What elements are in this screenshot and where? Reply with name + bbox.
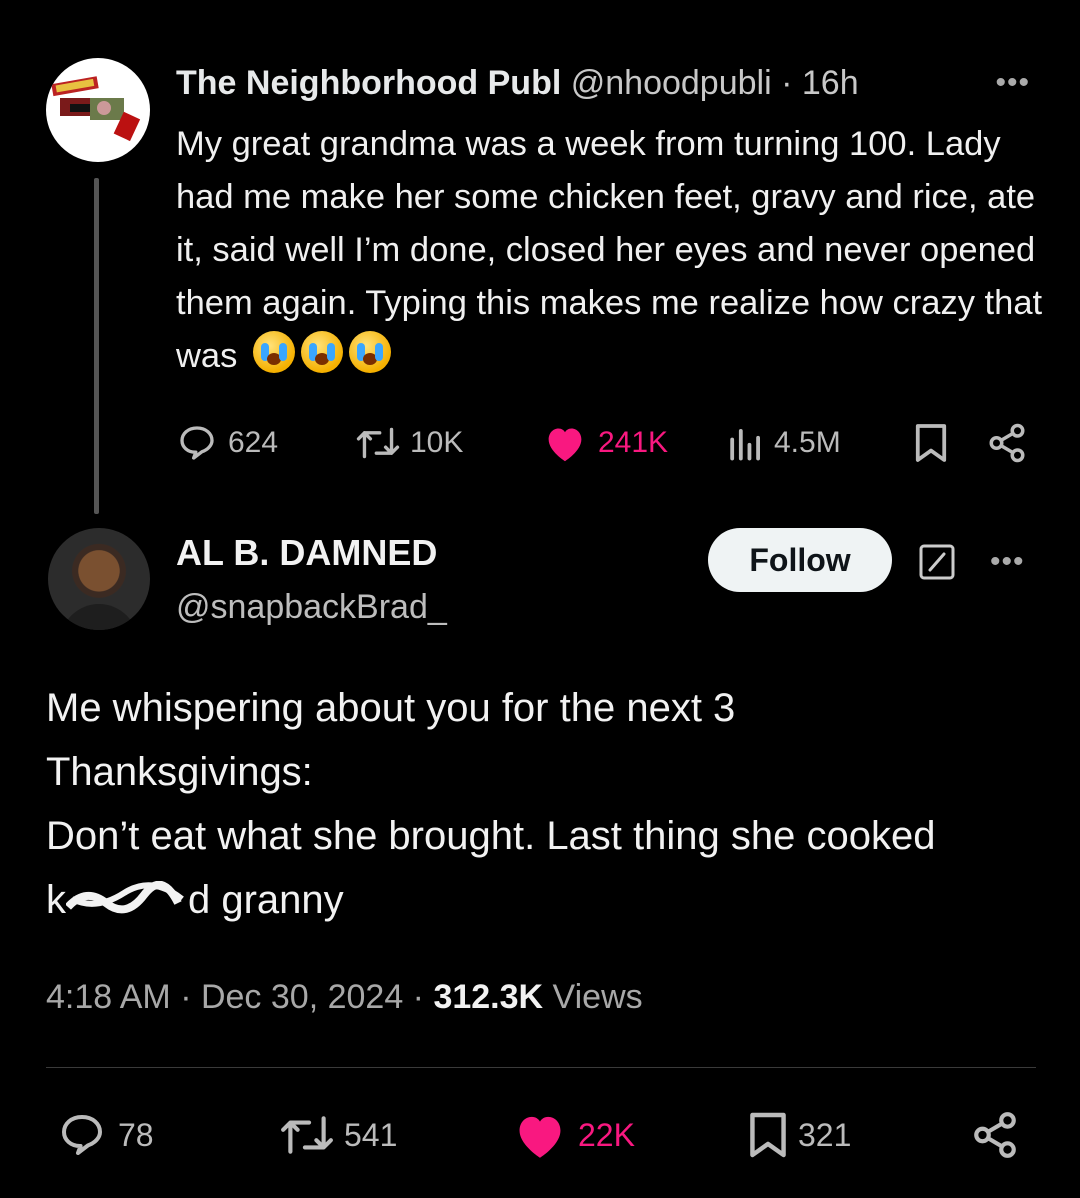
parent-like-count: 241K (598, 426, 669, 459)
parent-display-name[interactable]: The Neighborhood Publ (176, 64, 561, 102)
loudly-crying-face-emoji-icon (252, 331, 295, 373)
main-handle[interactable]: @snapbackBrad_ (176, 588, 447, 627)
tweet-views-count: 312.3K (433, 978, 544, 1016)
avatar-neighborhood-publ[interactable] (46, 58, 150, 162)
publication-logo-icon (51, 76, 141, 142)
main-repost-button[interactable]: 541 (280, 1108, 397, 1162)
parent-repost-count: 10K (410, 426, 464, 459)
censor-scribble-icon (66, 881, 184, 914)
tweet-views-label: Views (552, 978, 643, 1016)
parent-handle[interactable]: @nhoodpubli (571, 64, 772, 102)
avatar-al-b-damned[interactable] (48, 528, 150, 630)
parent-reply-count: 624 (228, 426, 279, 459)
share-icon (989, 423, 1025, 463)
main-bookmark-count: 321 (798, 1116, 852, 1153)
bookmark-icon (750, 1112, 786, 1158)
tweet-date[interactable]: Dec 30, 2024 (201, 978, 403, 1016)
main-more-options-icon[interactable]: ••• (990, 545, 1025, 579)
views-chart-icon (730, 429, 760, 461)
loudly-crying-face-emoji-icon (300, 331, 343, 373)
follow-button[interactable]: Follow (708, 528, 892, 592)
parent-tweet-age[interactable]: 16h (802, 64, 859, 102)
main-tweet-line-1: Me whispering about you for the next 3 T… (46, 686, 736, 794)
parent-more-options-icon[interactable]: ••• (995, 66, 1030, 100)
main-tweet-meta: 4:18 AM · Dec 30, 2024 · 312.3K Views (46, 978, 643, 1016)
bookmark-icon (915, 424, 947, 462)
main-tweet-line-2: Don’t eat what she brought. Last thing s… (46, 804, 1006, 932)
main-repost-count: 541 (344, 1116, 398, 1153)
main-reply-count: 78 (118, 1116, 154, 1153)
main-share-button[interactable] (970, 1108, 1020, 1162)
parent-repost-button[interactable]: 10K (356, 418, 463, 468)
repost-icon (281, 1116, 333, 1154)
censored-word: kd (46, 878, 211, 922)
tweet-time[interactable]: 4:18 AM (46, 978, 171, 1016)
parent-views-count: 4.5M (774, 426, 841, 459)
main-reply-button[interactable]: 78 (56, 1108, 154, 1162)
reply-icon (62, 1115, 102, 1155)
parent-tweet-header: The Neighborhood Publ @nhoodpubli · 16h (176, 64, 859, 102)
parent-tweet-text: My great grandma was a week from turning… (176, 118, 1056, 383)
repost-icon (356, 427, 400, 459)
main-like-button[interactable]: 22K (512, 1108, 635, 1162)
parent-bookmark-button[interactable] (914, 418, 948, 468)
actions-divider (46, 1067, 1036, 1068)
heart-filled-icon (548, 428, 582, 462)
share-icon (974, 1112, 1016, 1158)
reply-icon (180, 426, 214, 460)
thread-connector-line (94, 178, 99, 514)
main-bookmark-button[interactable]: 321 (748, 1108, 851, 1162)
parent-reply-button[interactable]: 624 (176, 418, 278, 468)
main-display-name[interactable]: AL B. DAMNED (176, 532, 437, 574)
parent-share-button[interactable] (986, 418, 1028, 468)
parent-views-button[interactable]: 4.5M (728, 418, 841, 468)
parent-like-button[interactable]: 241K (542, 418, 668, 468)
main-tweet-text: Me whispering about you for the next 3 T… (46, 676, 1006, 932)
main-tweet-actions: 78 541 22K 321 (46, 1108, 1036, 1162)
heart-filled-icon (519, 1116, 561, 1158)
parent-tweet-actions: 624 10K 241K 4.5M (176, 418, 1036, 468)
grok-icon[interactable] (918, 543, 956, 581)
loudly-crying-face-emoji-icon (348, 331, 391, 373)
main-like-count: 22K (578, 1116, 635, 1153)
